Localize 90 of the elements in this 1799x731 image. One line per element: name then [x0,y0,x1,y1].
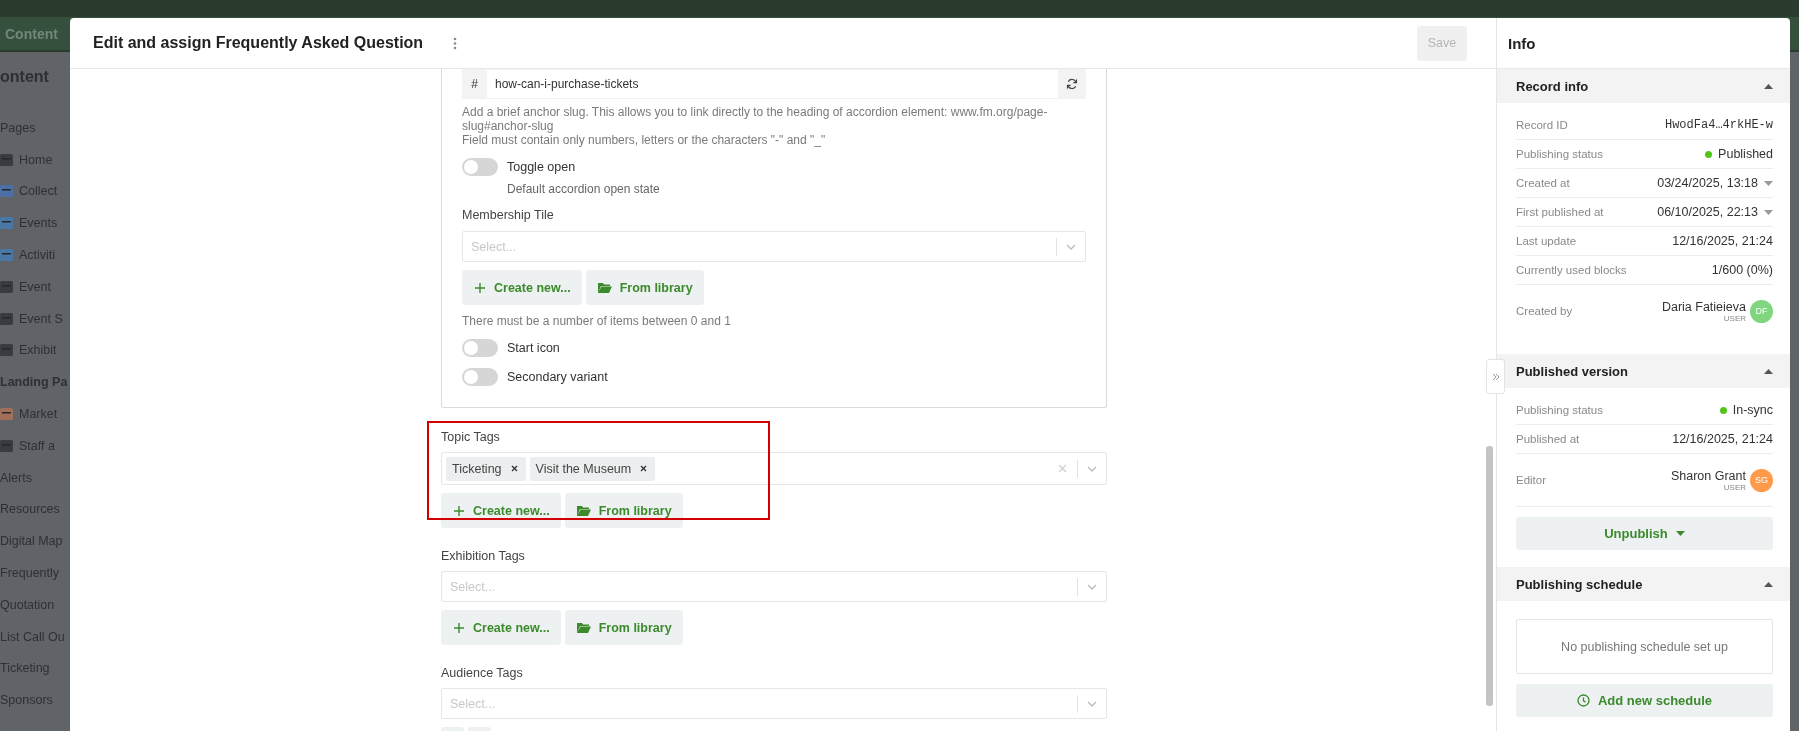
add-schedule-button[interactable]: Add new schedule [1516,684,1773,717]
info-value: 06/10/2025, 22:13 [1657,205,1758,219]
slug-prefix: # [462,69,487,99]
collapse-handle[interactable] [1486,359,1505,394]
page-icon [0,344,13,357]
hint-text: There must be a number of items between 0 and 1 [462,314,732,328]
info-value: 12/16/2025, 21:24 [1672,432,1773,446]
remove-icon [510,465,518,472]
from-library-button[interactable]: From library [564,610,683,645]
folder-icon [597,282,612,293]
tag-chip[interactable]: Visit the Museum [529,456,656,481]
section-header[interactable]: Record info [1497,69,1790,103]
status-text: Published [1718,147,1773,161]
user-role: USER [1723,482,1746,492]
info-label: Editor [1516,474,1547,486]
clear-icon[interactable] [1058,464,1067,473]
chevron-down-icon [1066,243,1076,250]
unpublish-button[interactable]: Unpublish [1516,517,1773,550]
page-icon [0,249,13,262]
caret-icon [1764,180,1773,186]
field-label: Audience Tags [441,666,524,680]
info-value: HwodFa4…4rkHE-w [1664,118,1773,132]
toggle-label: Secondary variant [507,370,608,384]
status-text: In-sync [1732,403,1773,417]
from-library-button[interactable]: From library [564,493,683,528]
slug-field[interactable]: how-can-i-purchase-tickets [487,69,1058,99]
info-label: Created by [1516,305,1573,317]
remove-icon [640,465,648,472]
page-icon [0,439,13,452]
caret-icon [1764,209,1773,215]
info-label: First published at [1516,206,1604,218]
user-name: Daria Fatieieva [1661,299,1746,314]
info-label: Created at [1516,177,1570,189]
toggle-switch[interactable] [462,158,498,176]
info-value: 03/24/2025, 13:18 [1657,176,1758,190]
regenerate-button[interactable] [1058,69,1086,99]
toggle-label: Toggle open [507,160,576,174]
info-label: Published at [1516,433,1580,445]
plus-icon [453,504,465,517]
plus-icon [474,281,486,294]
empty-schedule-box: No publishing schedule set up [1516,619,1773,674]
refresh-icon [1066,78,1078,90]
folder-icon [576,622,591,633]
from-library-button[interactable]: From library [585,270,704,305]
page-icon [0,185,13,198]
user-name: Sharon Grant [1670,468,1746,483]
info-label: Publishing status [1516,404,1603,416]
caret-icon [1675,531,1685,536]
page-icon [0,217,13,230]
page-icon [0,408,13,421]
chevron-down-icon [1087,465,1097,472]
more-icon [453,36,458,50]
field-label: Membership Tile [462,208,555,222]
user-avatar: DF [1750,299,1773,323]
nav-tab[interactable]: Content [0,25,58,42]
plus-icon [453,621,465,634]
info-label: Last update [1516,235,1577,247]
toggle-switch[interactable] [462,339,498,357]
page-icon [0,153,13,166]
panel-title: Info [1508,34,1536,52]
clock-icon [1576,694,1590,707]
help-text: Add a brief anchor slug. This allows you to link directly to the heading of accordion element: www.fm.org/page-slug#anchor-slug [462,105,1049,133]
info-label: Record ID [1516,119,1568,131]
toggle-label: Start icon [507,341,560,355]
info-value: 1/600 (0%) [1711,263,1773,277]
info-label: Currently used blocks [1516,264,1627,276]
section-header[interactable]: Publishing schedule [1497,567,1790,601]
create-new-button[interactable]: Create new... [441,610,561,645]
chevron-down-icon [1087,700,1097,707]
folder-icon [576,505,591,516]
toggle-description: Default accordion open state [507,182,661,196]
field-label: Topic Tags [441,430,501,444]
double-chevron-icon [1491,372,1500,381]
field-label: Exhibition Tags [441,549,526,563]
create-new-button[interactable]: Create new... [462,270,582,305]
info-label: Publishing status [1516,148,1603,160]
page-icon [0,280,13,293]
chevron-down-icon [1087,583,1097,590]
info-value: 12/16/2025, 21:24 [1672,234,1773,248]
section-header[interactable]: Published version [1497,354,1790,388]
user-avatar: SG [1750,468,1773,492]
toggle-switch[interactable] [462,368,498,386]
tag-chip[interactable]: Ticketing [446,456,526,481]
scrollbar[interactable] [1486,446,1493,706]
help-text: Field must contain only numbers, letters or the characters "-" and "_" [462,133,827,147]
dialog-title: Edit and assign Frequently Asked Question [93,34,424,52]
page-icon [0,312,13,325]
tag-select-field[interactable]: Ticketing Visit the Museum [441,452,1107,485]
user-role: USER [1723,313,1746,323]
create-new-button[interactable]: Create new... [441,493,561,528]
